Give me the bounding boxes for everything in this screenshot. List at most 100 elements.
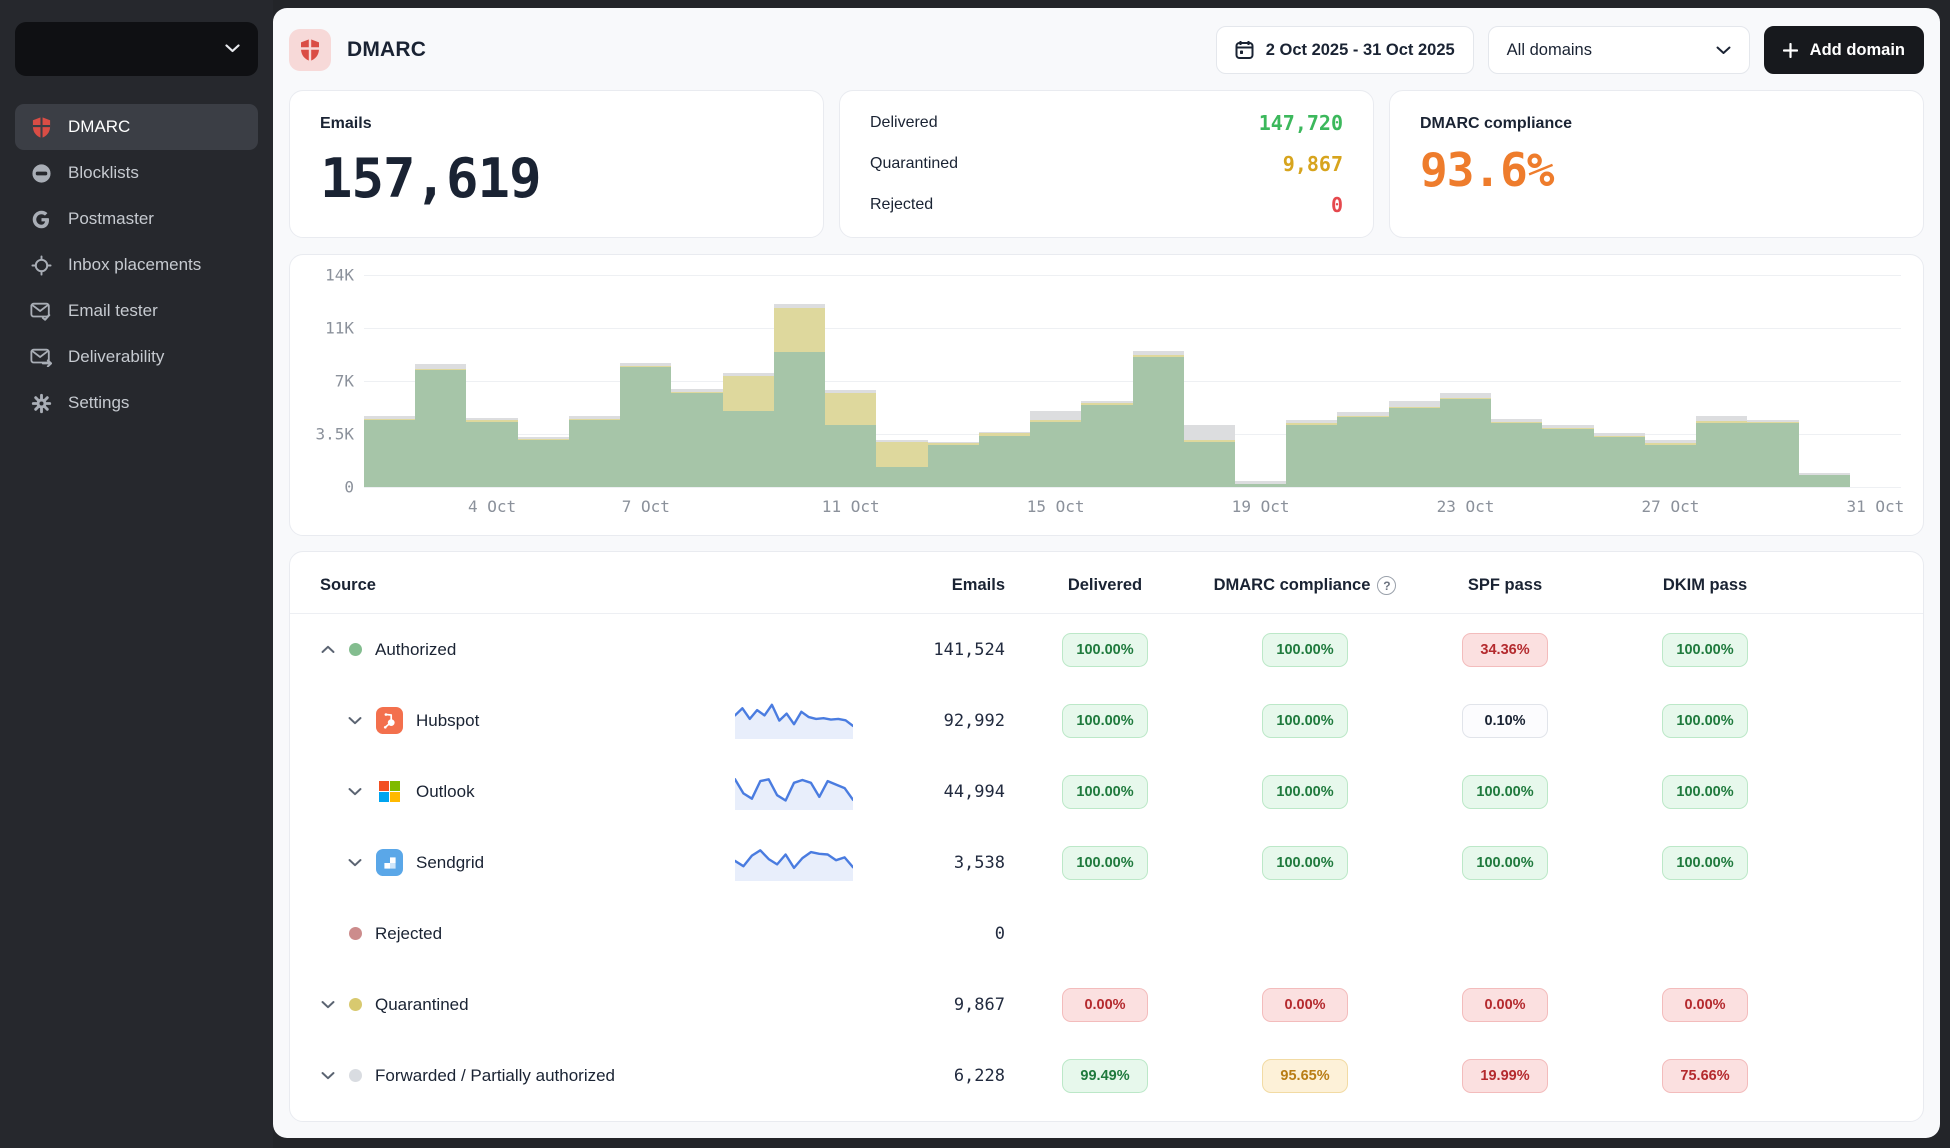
metric-badge: 95.65% [1262, 1059, 1348, 1093]
add-domain-button[interactable]: Add domain [1764, 26, 1924, 74]
row-expander-chevron-up[interactable] [320, 642, 336, 658]
sidebar-item-settings[interactable]: Settings [15, 380, 258, 426]
bar-7-oct[interactable] [620, 363, 671, 487]
bar-18-oct[interactable] [1184, 425, 1235, 487]
bar-segment-delivered [415, 370, 466, 487]
table-row-hubspot[interactable]: Hubspot 92,992100.00%100.00%0.10%100.00% [290, 685, 1923, 756]
shield-icon [29, 115, 53, 139]
workspace-selector[interactable] [15, 22, 258, 76]
x-axis-tick: 27 Oct [1642, 497, 1700, 516]
metric-badge: 100.00% [1262, 704, 1348, 738]
settings-icon [29, 391, 53, 415]
table-row-outlook[interactable]: Outlook 44,994100.00%100.00%100.00%100.0… [290, 756, 1923, 827]
table-row-authorized[interactable]: Authorized141,524100.00%100.00%34.36%100… [290, 614, 1923, 685]
sidebar-item-label: Deliverability [68, 347, 164, 367]
bar-segment-delivered [364, 420, 415, 487]
bar-segment-delivered [1799, 475, 1850, 487]
status-dot [349, 927, 362, 940]
bar-3-oct[interactable] [415, 364, 466, 487]
emails-value: 92,992 [855, 711, 1005, 731]
bar-22-oct[interactable] [1389, 401, 1440, 487]
bar-17-oct[interactable] [1133, 351, 1184, 487]
chart-y-axis: 03.5K7K11K14K [300, 275, 364, 527]
bar-25-oct[interactable] [1542, 425, 1593, 487]
metric-badge: 34.36% [1462, 633, 1548, 667]
stat-cards: Emails 157,619 Delivered 147,720Quaranti… [273, 88, 1940, 238]
bar-segment-delivered [979, 436, 1030, 487]
help-icon[interactable]: ? [1377, 576, 1396, 595]
bar-11-oct[interactable] [825, 390, 876, 487]
metric-badge: 100.00% [1662, 704, 1748, 738]
row-expander-chevron-down[interactable] [347, 855, 363, 871]
bar-10-oct[interactable] [774, 304, 825, 487]
metric-badge: 100.00% [1062, 846, 1148, 880]
bar-segment-delivered [1747, 423, 1798, 487]
bar-12-oct[interactable] [876, 440, 927, 487]
bar-24-oct[interactable] [1491, 419, 1542, 487]
metric-badge: 100.00% [1262, 846, 1348, 880]
x-axis-tick: 23 Oct [1437, 497, 1495, 516]
bar-4-oct[interactable] [466, 418, 517, 487]
bar-segment-delivered [518, 440, 569, 487]
bar-28-oct[interactable] [1696, 416, 1747, 487]
bar-26-oct[interactable] [1594, 433, 1645, 487]
bar-20-oct[interactable] [1286, 420, 1337, 487]
row-expander-chevron-down[interactable] [320, 997, 336, 1013]
badge-cell: 100.00% [1005, 846, 1205, 880]
bar-27-oct[interactable] [1645, 440, 1696, 487]
sidebar-item-label: Settings [68, 393, 129, 413]
bar-15-oct[interactable] [1030, 411, 1081, 487]
domain-filter-select[interactable]: All domains [1488, 26, 1750, 74]
bar-14-oct[interactable] [979, 432, 1030, 487]
bar-2-oct[interactable] [364, 416, 415, 487]
source-label: Forwarded / Partially authorized [375, 1066, 615, 1086]
bar-6-oct[interactable] [569, 416, 620, 487]
emails-value: 6,228 [855, 1066, 1005, 1086]
y-axis-tick: 11K [325, 319, 354, 338]
table-row-quarantined[interactable]: Quarantined9,8670.00%0.00%0.00%0.00% [290, 969, 1923, 1040]
bar-segment-delivered [1184, 442, 1235, 487]
bar-16-oct[interactable] [1081, 401, 1132, 487]
table-row-sendgrid[interactable]: Sendgrid 3,538100.00%100.00%100.00%100.0… [290, 827, 1923, 898]
row-expander-chevron-down[interactable] [347, 784, 363, 800]
bar-30-oct[interactable] [1799, 473, 1850, 487]
bar-segment-delivered [1081, 405, 1132, 487]
date-range-button[interactable]: 2 Oct 2025 - 31 Oct 2025 [1216, 26, 1474, 74]
badge-cell: 100.00% [1005, 633, 1205, 667]
bar-23-oct[interactable] [1440, 393, 1491, 487]
col-source: Source [320, 576, 735, 595]
table-row-forwarded-partially-authorized[interactable]: Forwarded / Partially authorized6,22899.… [290, 1040, 1923, 1111]
col-spf-pass: SPF pass [1405, 576, 1605, 595]
bar-segment-delivered [928, 445, 979, 487]
bar-9-oct[interactable] [723, 373, 774, 487]
bar-segment-delivered [1133, 357, 1184, 487]
sidebar-item-email-tester[interactable]: Email tester [15, 288, 258, 334]
chart-plot-area [364, 275, 1901, 487]
breakdown-row-rejected: Rejected 0 [870, 193, 1343, 217]
compliance-card-label: DMARC compliance [1420, 115, 1893, 133]
sidebar-item-dmarc[interactable]: DMARC [15, 104, 258, 150]
sidebar-item-blocklists[interactable]: Blocklists [15, 150, 258, 196]
bar-13-oct[interactable] [928, 442, 979, 487]
bar-19-oct[interactable] [1235, 481, 1286, 487]
row-expander-chevron-down[interactable] [347, 713, 363, 729]
dmarc-shield-badge [289, 29, 331, 71]
status-dot [349, 998, 362, 1011]
bar-segment-delivered [1235, 484, 1286, 487]
metric-badge: 100.00% [1262, 633, 1348, 667]
breakdown-card: Delivered 147,720Quarantined 9,867Reject… [839, 90, 1374, 238]
col-dmarc-compliance: DMARC compliance ? [1205, 576, 1405, 595]
source-label: Sendgrid [416, 853, 484, 873]
bar-8-oct[interactable] [671, 389, 722, 487]
bar-segment-delivered [1030, 422, 1081, 487]
bar-29-oct[interactable] [1747, 420, 1798, 487]
row-expander-chevron-down[interactable] [320, 1068, 336, 1084]
sidebar-item-postmaster[interactable]: Postmaster [15, 196, 258, 242]
bar-segment-delivered [1645, 445, 1696, 487]
sidebar-item-deliverability[interactable]: Deliverability [15, 334, 258, 380]
bar-21-oct[interactable] [1337, 412, 1388, 487]
sidebar-item-inbox-placements[interactable]: Inbox placements [15, 242, 258, 288]
bar-5-oct[interactable] [518, 437, 569, 487]
sidebar-item-label: Inbox placements [68, 255, 201, 275]
badge-cell: 75.66% [1605, 1059, 1805, 1093]
